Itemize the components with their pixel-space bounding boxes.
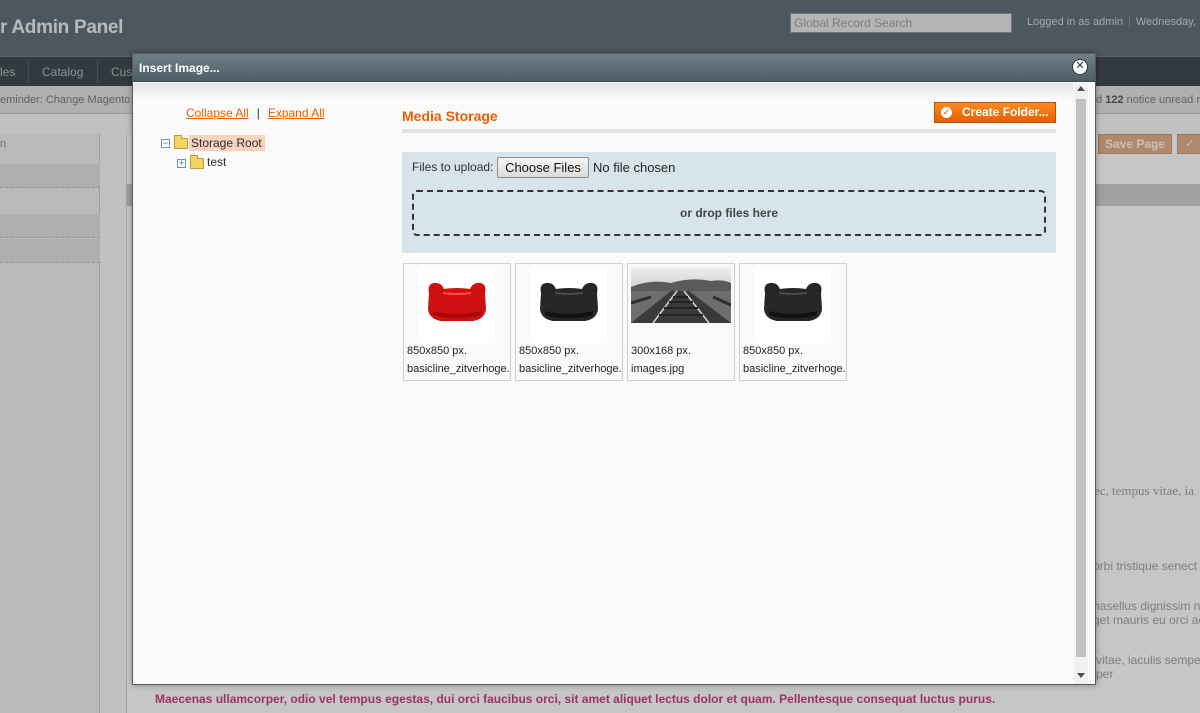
expand-icon[interactable]: + bbox=[177, 159, 186, 168]
image-dimensions: 850x850 px. bbox=[743, 345, 803, 357]
image-filename: basicline_zitverhoge. bbox=[743, 363, 846, 375]
check-circle-icon: ✓ bbox=[941, 107, 952, 118]
tree-node-storage-root[interactable]: − Storage Root bbox=[161, 135, 301, 151]
folder-icon bbox=[190, 155, 204, 169]
railway-photo-image bbox=[630, 267, 732, 324]
upload-panel: Files to upload: Choose Files No file ch… bbox=[402, 152, 1056, 253]
folder-open-icon bbox=[174, 135, 188, 149]
image-thumbnail[interactable]: 850x850 px. basicline_zitverhoge. bbox=[403, 263, 511, 381]
tree-link-separator: | bbox=[256, 106, 260, 120]
booster-seat-image bbox=[755, 267, 831, 343]
media-storage-title: Media Storage bbox=[402, 108, 498, 124]
booster-seat-image bbox=[419, 267, 495, 343]
image-dimensions: 850x850 px. bbox=[519, 345, 579, 357]
create-folder-button[interactable]: ✓ Create Folder... bbox=[934, 102, 1056, 123]
image-dimensions: 300x168 px. bbox=[631, 345, 691, 357]
dialog-titlebar: Insert Image... ✕ bbox=[133, 54, 1095, 82]
tree-node-test[interactable]: + test bbox=[177, 154, 257, 170]
tree-controls: Collapse All | Expand All bbox=[186, 106, 325, 120]
image-thumbnail[interactable]: 300x168 px. images.jpg bbox=[627, 263, 735, 381]
booster-seat-image bbox=[531, 267, 607, 343]
expand-all-link[interactable]: Expand All bbox=[268, 106, 325, 120]
scroll-up-arrow-icon[interactable] bbox=[1077, 86, 1085, 91]
create-folder-label: Create Folder... bbox=[962, 105, 1049, 119]
tree-node-label[interactable]: test bbox=[207, 155, 226, 169]
image-thumbnail[interactable]: 850x850 px. basicline_zitverhoge. bbox=[515, 263, 623, 381]
dialog-body: Collapse All | Expand All − Storage Root +… bbox=[133, 83, 1095, 684]
no-file-chosen-text: No file chosen bbox=[593, 160, 676, 175]
close-icon[interactable]: ✕ bbox=[1072, 59, 1088, 75]
title-rule bbox=[402, 129, 1056, 133]
collapse-all-link[interactable]: Collapse All bbox=[186, 106, 249, 120]
dialog-shade bbox=[133, 83, 1073, 99]
dialog-title: Insert Image... bbox=[139, 61, 220, 75]
dialog-scrollbar[interactable] bbox=[1074, 83, 1088, 684]
files-to-upload-label: Files to upload: bbox=[412, 160, 494, 174]
tree-node-label[interactable]: Storage Root bbox=[189, 135, 265, 151]
image-filename: basicline_zitverhoge. bbox=[407, 363, 510, 375]
drop-zone[interactable]: or drop files here bbox=[412, 190, 1046, 236]
image-dimensions: 850x850 px. bbox=[407, 345, 467, 357]
image-filename: basicline_zitverhoge. bbox=[519, 363, 622, 375]
image-thumbnail[interactable]: 850x850 px. basicline_zitverhoge. bbox=[739, 263, 847, 381]
choose-files-button[interactable]: Choose Files bbox=[497, 157, 589, 178]
scrollbar-thumb[interactable] bbox=[1076, 99, 1086, 657]
insert-image-dialog: Insert Image... ✕ Collapse All | Expand Al… bbox=[132, 53, 1096, 685]
image-filename: images.jpg bbox=[631, 363, 685, 375]
collapse-icon[interactable]: − bbox=[161, 139, 170, 148]
scroll-down-arrow-icon[interactable] bbox=[1077, 673, 1085, 678]
